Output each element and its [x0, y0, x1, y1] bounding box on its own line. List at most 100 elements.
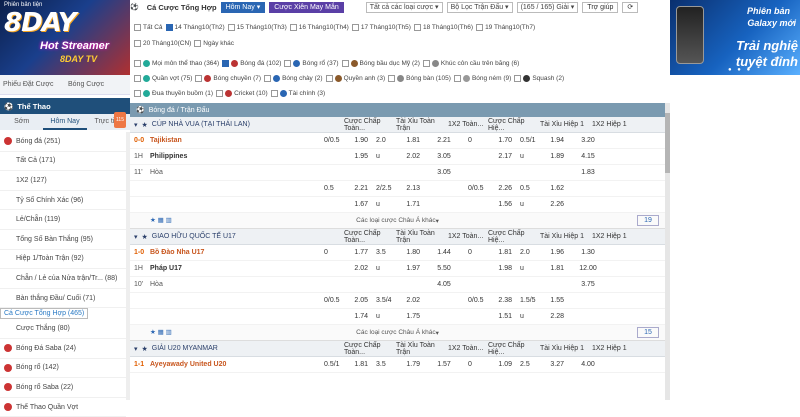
odds-cell[interactable]: 1.95 [320, 153, 372, 160]
odds-cell[interactable]: 0/0.5 2.38 [464, 297, 516, 304]
odds-value[interactable]: 2.21 [424, 137, 464, 144]
odds-value[interactable]: 1.79 [406, 361, 420, 368]
odds-cell[interactable]: u 2.26 [516, 201, 568, 208]
odds-value[interactable]: 1.75 [406, 313, 420, 320]
odds-value[interactable]: 1.94 [550, 137, 564, 144]
odds-cell[interactable]: 1.56 [464, 201, 516, 208]
odds-value[interactable]: 1.67 [354, 201, 368, 208]
checkbox-box[interactable] [134, 39, 141, 47]
odds-value[interactable]: 2.02 [406, 153, 420, 160]
today-button[interactable]: Hôm Nay ▾ [220, 1, 266, 13]
checkbox-box[interactable] [227, 23, 235, 31]
more-bets-label[interactable]: Các loại cược Châu Á khác [356, 329, 435, 336]
checkbox-box[interactable] [194, 39, 202, 47]
page-select[interactable]: 19 [637, 215, 659, 226]
odds-cell[interactable]: u 1.89 [516, 153, 568, 160]
checkbox-box[interactable] [134, 23, 141, 31]
sport-filter[interactable]: Cricket (10) [216, 89, 268, 97]
sidebar-item[interactable]: Bóng rổ (142) [0, 359, 126, 379]
sport-filter[interactable]: Bóng đá (102) [222, 59, 281, 67]
sport-filter[interactable]: Đua thuyền buồm (1) [134, 89, 213, 97]
sidebar-item[interactable]: Lẻ/Chẵn (119) [0, 210, 126, 230]
tab-live[interactable]: Trực tiếp 115 [87, 112, 130, 130]
sport-filter[interactable]: Mọi môn thể thao (364) [134, 59, 219, 67]
date-checkbox[interactable]: 17 Tháng10(Th5) [351, 23, 411, 31]
odds-cell[interactable]: 1.51 [464, 313, 516, 320]
league-header[interactable]: ▾ ★ CÚP NHÀ VUA (TẠI THÁI LAN) Cược Chấp To… [130, 117, 665, 133]
sidebar-item[interactable]: Bàn thắng Đầu/ Cuối (71) [0, 289, 126, 309]
checkbox-box[interactable] [388, 74, 396, 82]
site-logo[interactable]: Phiên bản tiện 8DAY Hot Streamer 8DAY TV [0, 0, 130, 75]
odds-value[interactable]: 2.17 [498, 153, 512, 160]
odds-value[interactable]: 1.55 [550, 297, 564, 304]
odds-value[interactable]: 2.05 [354, 297, 368, 304]
checkbox-box[interactable] [134, 74, 141, 82]
date-checkbox[interactable]: 20 Tháng10(CN) [134, 39, 191, 47]
lucky-parlay-button[interactable]: Cược Xiên May Mắn [269, 1, 344, 13]
odds-cell[interactable]: 0 1.77 [320, 249, 372, 256]
odds-cell[interactable]: u 2.02 [372, 153, 424, 160]
odds-value[interactable]: 2.02 [406, 297, 420, 304]
checkbox-box[interactable] [325, 74, 333, 82]
odds-cell[interactable]: u 1.71 [372, 201, 424, 208]
league-header[interactable]: ▾ ★ GIAO HỮU QUỐC TẾ U17 Cược Chấp Toàn... T… [130, 229, 665, 245]
odds-value[interactable]: 1.57 [424, 361, 464, 368]
odds-cell[interactable]: 0.5/1 1.94 [516, 137, 568, 144]
checkbox-box[interactable] [264, 74, 272, 82]
more-bets-row[interactable]: ★ ▦ ▥ Các loại cược Châu Á khác ▾ 15 [130, 325, 665, 341]
odds-cell[interactable]: u 1.97 [372, 265, 424, 272]
date-checkbox[interactable]: 14 Tháng10(Th2) [165, 23, 225, 31]
sidebar-item[interactable]: Tất Cả (171) [0, 152, 126, 172]
sport-filter[interactable]: Tài chính (3) [270, 89, 325, 97]
odds-value[interactable]: 1.44 [424, 249, 464, 256]
sport-header[interactable]: ⚽ Thể Thao [0, 98, 130, 114]
banner-pagination-dots[interactable]: ● ● ● [728, 67, 752, 73]
date-checkbox[interactable]: Tất Cả [134, 23, 163, 31]
sport-filter[interactable]: Bóng chày (2) [264, 74, 323, 82]
odds-cell[interactable]: 0 1.81 [464, 249, 516, 256]
checkbox-box[interactable] [222, 59, 230, 67]
odds-value[interactable]: 1.81 [354, 361, 368, 368]
odds-value[interactable]: 1.90 [354, 137, 368, 144]
sidebar-item[interactable]: Cá Cược Tổng Hợp (465) [0, 308, 89, 320]
odds-cell[interactable]: u 1.75 [372, 313, 424, 320]
odds-cell[interactable]: 2.0 1.96 [516, 249, 568, 256]
date-checkbox[interactable]: Ngày khác [194, 39, 234, 47]
odds-value[interactable]: 4.00 [568, 361, 608, 368]
star-icon[interactable]: ★ [142, 345, 148, 353]
odds-cell[interactable]: 0 1.09 [464, 361, 516, 368]
odds-value[interactable]: 4.05 [424, 281, 464, 288]
odds-value[interactable]: 3.27 [550, 361, 564, 368]
odds-cell[interactable]: 0/0.5 2.05 [320, 297, 372, 304]
checkbox-box[interactable] [422, 59, 430, 67]
promo-banner[interactable]: Phiên bản Galaxy mới Trải nghiệ tuyệt đỉ… [670, 0, 800, 75]
checkbox-box[interactable] [476, 23, 484, 31]
odds-value[interactable]: 1.30 [568, 249, 608, 256]
sidebar-item[interactable]: Cược Thắng (80) [0, 319, 126, 339]
sport-filter[interactable]: Bóng ném (9) [453, 74, 511, 82]
more-bets-row[interactable]: ★ ▦ ▥ Các loại cược Châu Á khác ▾ 19 [130, 213, 665, 229]
odds-cell[interactable]: 0/0.5 1.90 [320, 137, 372, 144]
sidebar-item[interactable]: Bóng Đá Saba (24) [0, 339, 126, 359]
checkbox-box[interactable] [351, 23, 359, 31]
checkbox-box[interactable] [284, 59, 292, 67]
odds-value[interactable]: 1.81 [498, 249, 512, 256]
odds-value[interactable]: 1.83 [568, 169, 608, 176]
odds-cell[interactable]: 0.5 1.62 [516, 185, 568, 192]
page-select[interactable]: 15 [637, 327, 659, 338]
odds-cell[interactable]: 0 1.70 [464, 137, 516, 144]
odds-value[interactable]: 1.51 [498, 313, 512, 320]
checkbox-box[interactable] [195, 74, 203, 82]
tab-early[interactable]: Sớm [0, 114, 43, 130]
odds-value[interactable]: 2.13 [406, 185, 420, 192]
odds-value[interactable]: 1.56 [498, 201, 512, 208]
sport-filter[interactable]: Bóng rổ (37) [284, 59, 339, 67]
date-checkbox[interactable]: 18 Tháng10(Th6) [413, 23, 473, 31]
expand-icon[interactable]: ▾ [134, 345, 138, 353]
odds-value[interactable]: 1.81 [406, 137, 420, 144]
scroll-thumb[interactable] [665, 113, 670, 173]
odds-cell[interactable]: 1.74 [320, 313, 372, 320]
betslip-select[interactable]: Phiếu Đặt Cược [0, 81, 65, 88]
odds-value[interactable]: 4.15 [568, 153, 608, 160]
date-checkbox[interactable]: 19 Tháng10(Th7) [476, 23, 535, 31]
